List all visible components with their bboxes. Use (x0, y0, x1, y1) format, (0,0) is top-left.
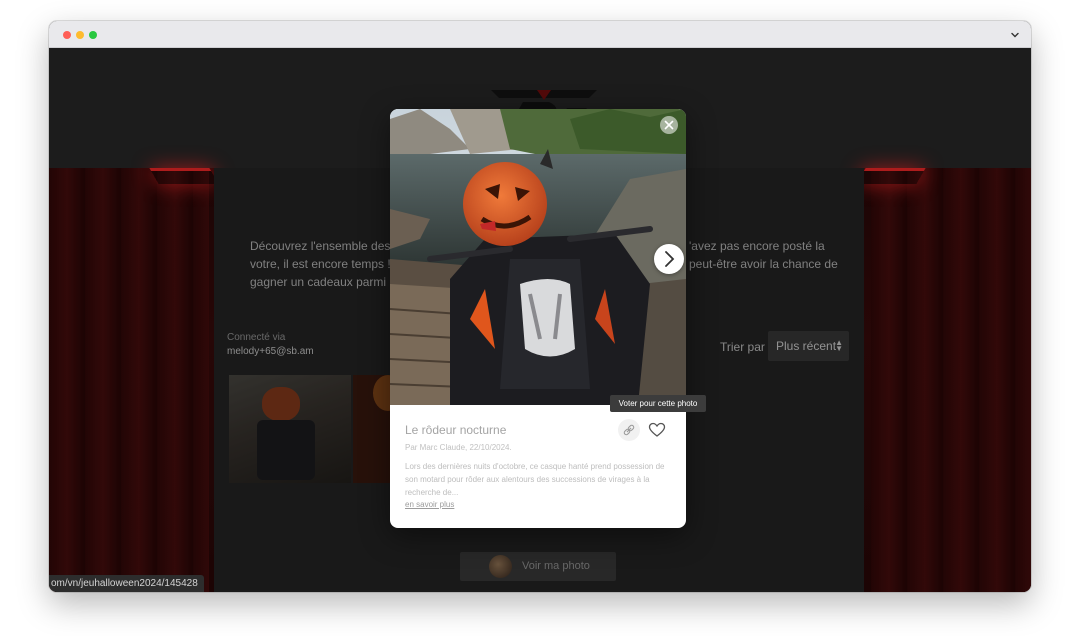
close-icon (664, 120, 674, 130)
vote-tooltip: Voter pour cette photo (610, 395, 706, 412)
next-photo-button[interactable] (654, 244, 684, 274)
close-modal-button[interactable] (660, 116, 678, 134)
heart-icon (648, 422, 666, 437)
zoom-window-button[interactable] (89, 31, 97, 39)
vote-button[interactable] (647, 420, 667, 440)
photo-byline: Par Marc Claude, 22/10/2024. (405, 443, 512, 452)
title-bar (49, 21, 1031, 48)
contest-photo (390, 109, 686, 405)
photo-description: Lors des dernières nuits d'octobre, ce c… (405, 462, 665, 497)
status-bar-url: om/vn/jeuhalloween2024/145428 (49, 575, 204, 592)
chevron-down-icon[interactable] (1009, 29, 1021, 41)
minimize-window-button[interactable] (76, 31, 84, 39)
chevron-right-icon (665, 251, 675, 267)
read-more-link[interactable]: en savoir plus (405, 500, 454, 509)
photo-title: Le rôdeur nocturne (405, 423, 507, 437)
photo-details: Le rôdeur nocturne Par Marc Claude, 22/1… (390, 405, 686, 528)
photo-modal: Le rôdeur nocturne Par Marc Claude, 22/1… (390, 109, 686, 528)
page-viewport: Découvrez l'ensemble des t votre, il est… (49, 48, 1031, 592)
close-window-button[interactable] (63, 31, 71, 39)
link-icon (623, 424, 635, 436)
browser-window: Découvrez l'ensemble des t votre, il est… (49, 21, 1031, 592)
copy-link-button[interactable] (618, 419, 640, 441)
